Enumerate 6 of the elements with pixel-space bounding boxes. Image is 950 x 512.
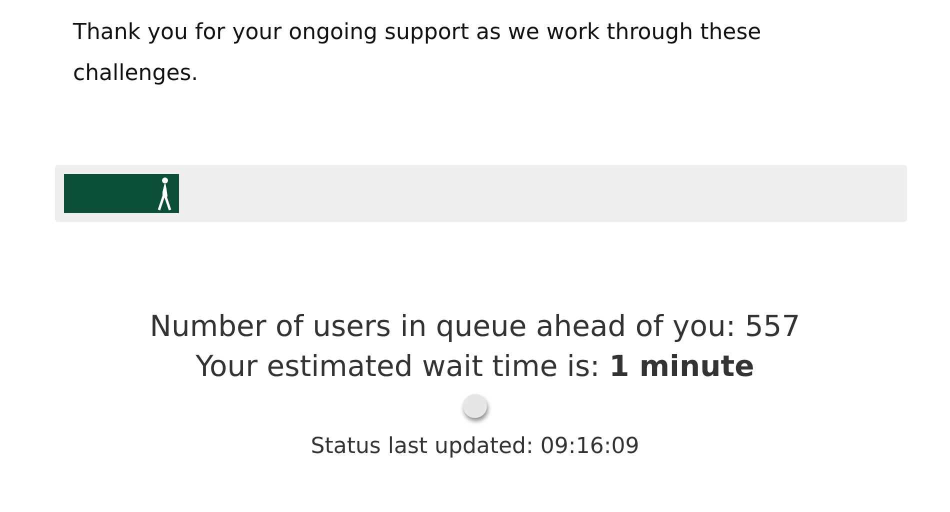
queue-count-text: Number of users in queue ahead of you: 557	[150, 308, 800, 345]
message-text: Thank you for your ongoing support as we work through these challenges.	[73, 19, 762, 88]
wait-time-text: Your estimated wait time is: 1 minute	[196, 348, 754, 385]
status-updated-text: Status last updated: 09:16:09	[310, 433, 640, 461]
walking-person-icon	[157, 177, 174, 212]
loading-spinner-icon	[463, 394, 487, 418]
